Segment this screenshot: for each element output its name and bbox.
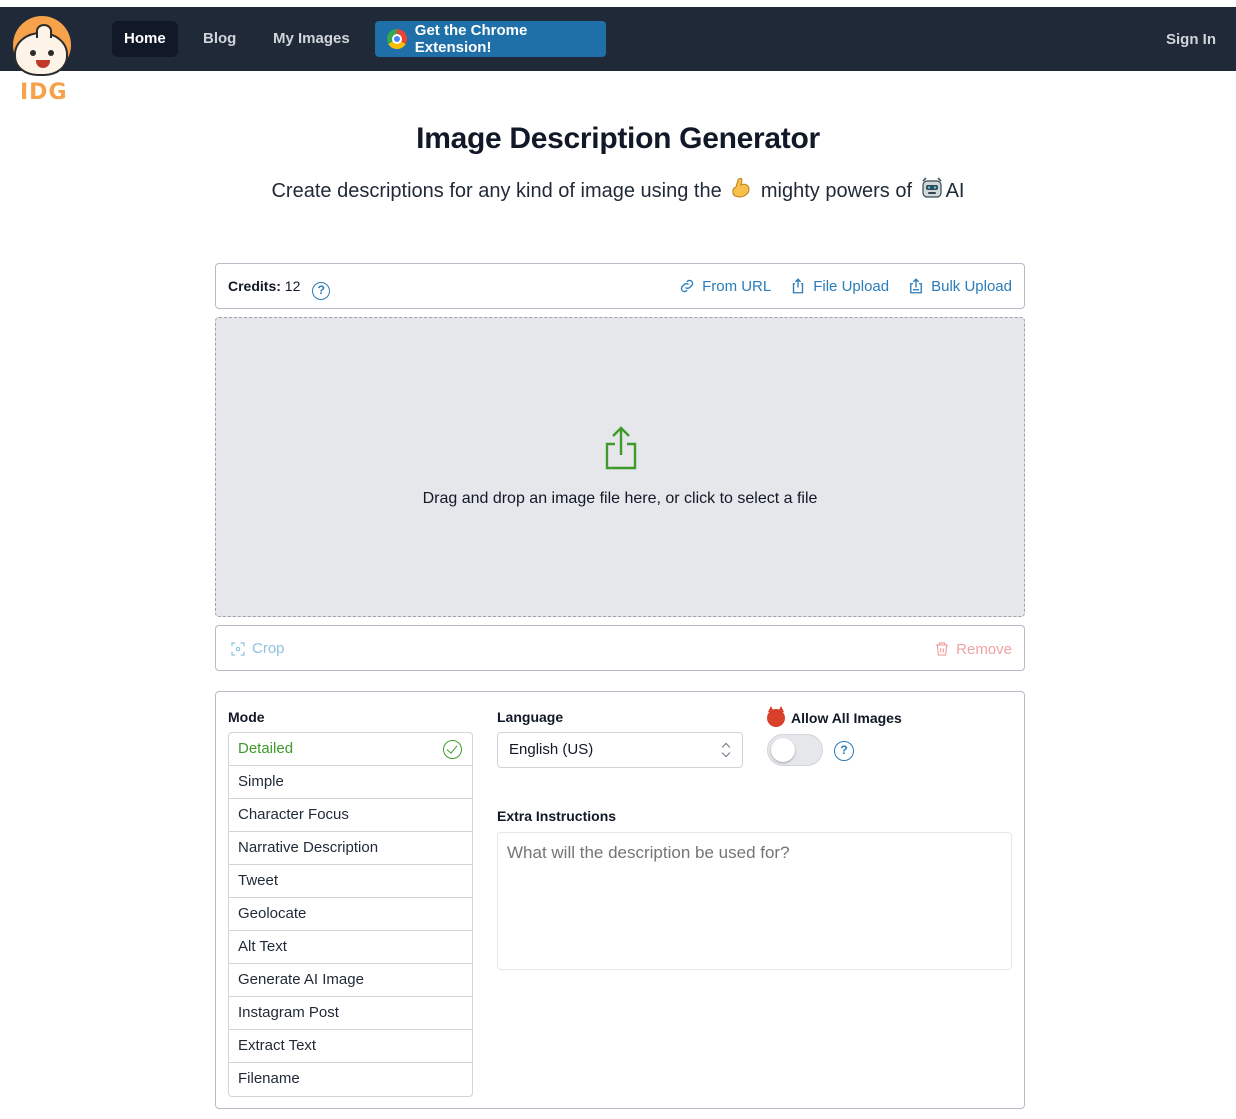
mode-item-generate-ai-image[interactable]: Generate AI Image bbox=[229, 964, 472, 997]
options-panel: Mode Detailed Simple Character Focus Nar… bbox=[215, 691, 1025, 1109]
nav-blog[interactable]: Blog bbox=[191, 21, 248, 57]
language-select[interactable]: English (US) bbox=[497, 732, 743, 768]
mode-item-extract-text[interactable]: Extract Text bbox=[229, 1030, 472, 1063]
mode-item-simple[interactable]: Simple bbox=[229, 766, 472, 799]
remove-button[interactable]: Remove bbox=[934, 640, 1012, 658]
mode-list: Detailed Simple Character Focus Narrativ… bbox=[228, 732, 473, 1097]
nav-home[interactable]: Home bbox=[112, 21, 178, 57]
mode-item-character-focus[interactable]: Character Focus bbox=[229, 799, 472, 832]
mode-item-label: Detailed bbox=[238, 740, 294, 757]
subtitle-text-1: Create descriptions for any kind of imag… bbox=[271, 180, 722, 202]
credits-bar: Credits: 12 ? From URL File Upload Bulk … bbox=[215, 263, 1025, 309]
nav-my-images[interactable]: My Images bbox=[261, 21, 362, 57]
sign-in-link[interactable]: Sign In bbox=[1166, 31, 1216, 48]
upload-options: From URL File Upload Bulk Upload bbox=[678, 277, 1012, 295]
chrome-icon bbox=[387, 29, 407, 49]
logo-mouth bbox=[36, 60, 50, 68]
from-url-label: From URL bbox=[702, 277, 772, 295]
robot-icon bbox=[921, 177, 942, 198]
crop-button[interactable]: Crop bbox=[230, 640, 285, 657]
mode-item-narrative-description[interactable]: Narrative Description bbox=[229, 832, 472, 865]
allow-all-help-icon[interactable]: ? bbox=[834, 741, 854, 761]
toggle-knob bbox=[771, 738, 795, 762]
dropzone-text: Drag and drop an image file here, or cli… bbox=[422, 490, 818, 507]
credits-help-icon[interactable]: ? bbox=[312, 282, 331, 300]
mode-label: Mode bbox=[228, 709, 265, 725]
logo-mascot-icon bbox=[14, 24, 68, 76]
chrome-extension-label: Get the Chrome Extension! bbox=[414, 22, 528, 56]
subtitle-text-2: mighty powers of bbox=[760, 180, 913, 202]
mode-item-detailed[interactable]: Detailed bbox=[229, 733, 472, 766]
flexed-biceps-icon bbox=[732, 178, 750, 198]
page-subtitle: Create descriptions for any kind of imag… bbox=[0, 176, 1236, 203]
trash-icon bbox=[936, 642, 949, 656]
mode-item-tweet[interactable]: Tweet bbox=[229, 865, 472, 898]
devil-icon bbox=[767, 706, 785, 727]
bulk-upload-icon bbox=[910, 278, 923, 294]
check-circle-icon bbox=[443, 740, 462, 759]
mode-item-geolocate[interactable]: Geolocate bbox=[229, 898, 472, 931]
mode-item-alt-text[interactable]: Alt Text bbox=[229, 931, 472, 964]
allow-all-images-label: Allow All Images bbox=[767, 706, 902, 727]
mode-item-instagram-post[interactable]: Instagram Post bbox=[229, 997, 472, 1030]
credits-display: Credits: 12 ? bbox=[228, 278, 331, 300]
logo-text: IDG bbox=[20, 80, 68, 105]
logo-eye bbox=[48, 50, 54, 56]
site-logo[interactable]: IDG bbox=[10, 14, 76, 106]
language-label: Language bbox=[497, 709, 564, 725]
mode-item-filename[interactable]: Filename bbox=[229, 1063, 472, 1096]
image-tools-bar: Crop Remove bbox=[215, 625, 1025, 671]
chrome-extension-button[interactable]: Get the Chrome Extension! bbox=[375, 21, 606, 57]
upload-icon bbox=[605, 426, 637, 470]
language-value: English (US) bbox=[509, 741, 594, 758]
file-upload-button[interactable]: File Upload bbox=[789, 277, 889, 295]
extra-instructions-label: Extra Instructions bbox=[497, 808, 617, 824]
image-dropzone[interactable]: Drag and drop an image file here, or cli… bbox=[215, 317, 1025, 617]
page-title: Image Description Generator bbox=[416, 122, 820, 155]
extra-instructions-input[interactable] bbox=[497, 832, 1012, 970]
chevron-up-down-icon bbox=[722, 743, 730, 757]
from-url-button[interactable]: From URL bbox=[678, 277, 771, 295]
crop-label: Crop bbox=[252, 640, 285, 657]
allow-all-images-toggle[interactable] bbox=[767, 734, 823, 766]
logo-eye bbox=[30, 50, 36, 56]
allow-all-images-text: Allow All Images bbox=[791, 710, 902, 726]
top-navbar: Home Blog My Images Get the Chrome Exten… bbox=[0, 7, 1236, 71]
remove-label: Remove bbox=[956, 640, 1012, 658]
bulk-upload-label: Bulk Upload bbox=[931, 277, 1012, 295]
link-icon bbox=[680, 279, 694, 293]
crop-icon bbox=[231, 641, 245, 656]
subtitle-text-3: AI bbox=[945, 180, 965, 202]
share-upload-icon bbox=[793, 278, 804, 294]
bulk-upload-button[interactable]: Bulk Upload bbox=[907, 277, 1012, 295]
credits-value: 12 bbox=[284, 278, 301, 294]
credits-label: Credits: bbox=[228, 278, 281, 294]
file-upload-label: File Upload bbox=[813, 277, 890, 295]
